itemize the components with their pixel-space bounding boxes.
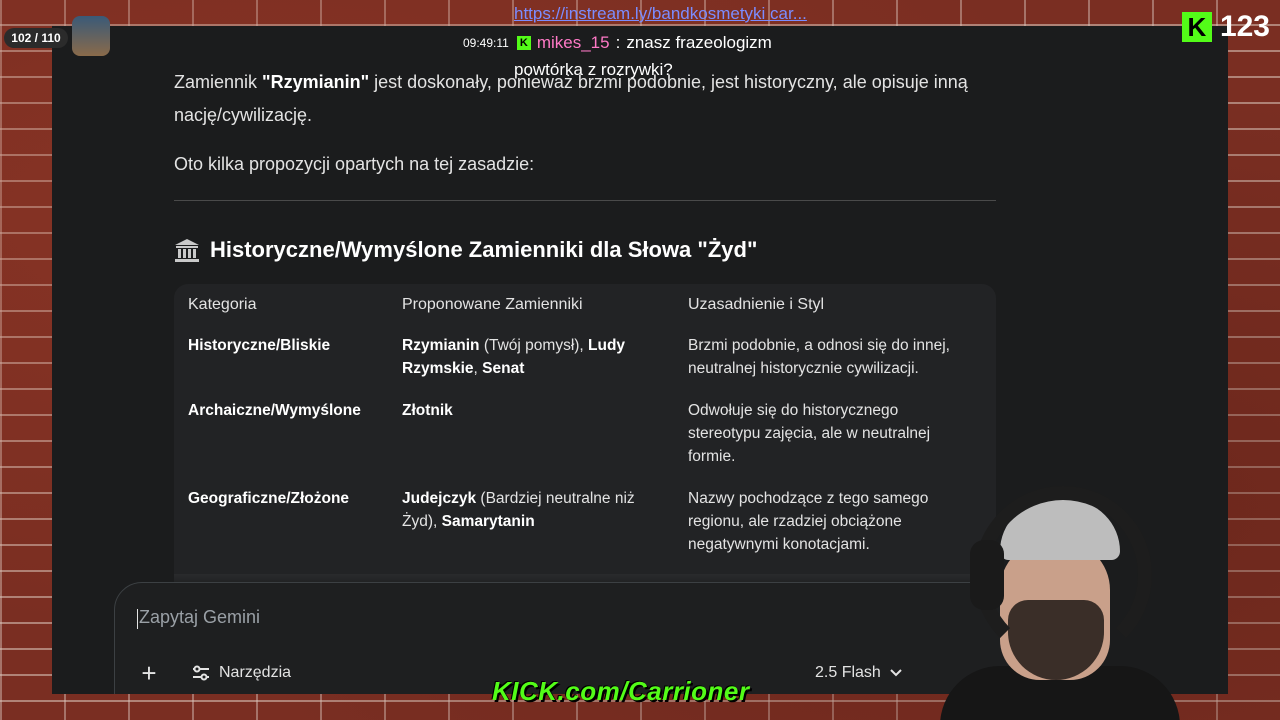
- chat-timestamp: 09:49:11: [463, 36, 509, 50]
- promo-link[interactable]: https://instream.ly/bandkosmetyki car...: [514, 4, 807, 24]
- chat-username: mikes_15: [536, 33, 610, 52]
- kick-logo-icon: K: [1181, 12, 1212, 42]
- alt-bold: Rzymianin: [402, 337, 480, 354]
- add-attachment-button[interactable]: +: [135, 659, 163, 687]
- para1-text: Zamiennik: [174, 72, 263, 92]
- heading-text: Historyczne/Wymyślone Zamienniki dla Sło…: [210, 237, 758, 262]
- channel-banner: KICK.com/Carrioner: [492, 676, 750, 706]
- kick-badge-icon: K: [516, 36, 531, 50]
- webcam-overlay: [930, 480, 1230, 720]
- plus-icon: +: [141, 658, 157, 688]
- goal-counter-badge: 102 / 110: [4, 28, 68, 48]
- table-row-1-alternatives: Rzymianin (Twój pomysł), Ludy Rzymskie, …: [402, 334, 672, 380]
- section-heading: Historyczne/Wymyślone Zamienniki dla Sło…: [174, 232, 757, 268]
- alt-text: ,: [473, 360, 483, 377]
- table-header-alternatives: Proponowane Zamienniki: [402, 296, 583, 313]
- table-row-2-reason: Odwołuje się do historycznego stereotypu…: [688, 402, 931, 465]
- tools-button[interactable]: Narzędzia: [191, 659, 291, 687]
- response-content: Zamiennik "Rzymianin" jest doskonały, po…: [174, 26, 998, 586]
- viewer-counter: K 123: [1181, 10, 1270, 44]
- response-paragraph-2: Oto kilka propozycji opartych na tej zas…: [174, 154, 535, 174]
- section-divider: [174, 200, 996, 201]
- viewer-count: 123: [1219, 10, 1270, 43]
- chat-colon: :: [615, 33, 621, 52]
- chevron-down-icon: [890, 669, 902, 677]
- proposals-table: Kategoria Proponowane Zamienniki Uzasadn…: [174, 284, 996, 586]
- text-caret: [137, 609, 138, 629]
- alt-bold: Judejczyk: [402, 490, 477, 507]
- chat-text: znasz frazeologizm: [626, 33, 772, 52]
- model-label: 2.5 Flash: [815, 664, 881, 681]
- alt-text: (Twój pomysł),: [479, 337, 589, 354]
- table-row-3-category: Geograficzne/Złożone: [188, 490, 350, 507]
- table-header-reason: Uzasadnienie i Styl: [688, 296, 825, 313]
- table-row-3-alternatives: Judejczyk (Bardziej neutralne niż Żyd), …: [402, 487, 672, 533]
- table-header-category: Kategoria: [188, 296, 257, 313]
- tools-sliders-icon: [193, 665, 209, 681]
- model-selector-button[interactable]: 2.5 Flash: [815, 659, 903, 687]
- alt-bold: Złotnik: [402, 402, 453, 419]
- alt-bold: Senat: [482, 360, 525, 377]
- prompt-placeholder[interactable]: Zapytaj Gemini: [139, 607, 260, 628]
- table-row-3-reason: Nazwy pochodzące z tego samego regionu, …: [688, 490, 929, 553]
- headset-earcup: [970, 540, 1004, 610]
- table-row-1-category: Historyczne/Bliskie: [188, 337, 331, 354]
- table-row-2-alternatives: Złotnik: [402, 399, 672, 422]
- para1-bold: "Rzymianin": [262, 72, 370, 92]
- chat-message: 09:49:11 K mikes_15: znasz frazeologizm: [463, 32, 772, 54]
- table-row-1-reason: Brzmi podobnie, a odnosi się do innej, n…: [688, 337, 950, 377]
- streamer-avatar: [72, 16, 110, 56]
- chat-message-continuation: powtórka z rozrywki?: [514, 60, 673, 79]
- classical-building-icon: [175, 239, 199, 262]
- alt-bold: Samarytanin: [441, 513, 535, 530]
- table-row-2-category: Archaiczne/Wymyślone: [188, 402, 361, 419]
- tools-label: Narzędzia: [219, 664, 292, 681]
